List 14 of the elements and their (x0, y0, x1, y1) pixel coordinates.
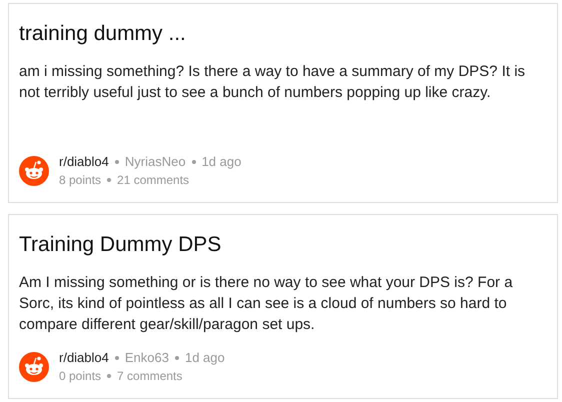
points-count: 0 points (59, 368, 102, 384)
author-name: NyriasNeo (124, 153, 186, 170)
points-count: 8 points (59, 172, 102, 188)
alien-avatar-icon (19, 352, 49, 382)
post-title[interactable]: training dummy ... (19, 20, 547, 48)
post-body: Am I missing something or is there no way to see what your DPS is? For a Sorc, its kind of pointless as all I can see is a cloud of numbers so hard to compare different gear/skill/paragon set ups. (19, 273, 514, 335)
alien-avatar-icon (19, 156, 49, 186)
author-name: Enko63 (124, 349, 169, 366)
post-title[interactable]: Training Dummy DPS (19, 231, 547, 259)
post-body: am i missing something? Is there a way to have a summary of my DPS? It is not terribly useful just to see a bunch of numbers popping up like crazy. (19, 62, 526, 103)
post-time: 1d ago (184, 349, 225, 366)
post-time: 1d ago (202, 153, 242, 170)
subreddit-link[interactable]: r/diablo4 (59, 153, 109, 170)
subreddit-link[interactable]: r/diablo4 (59, 349, 109, 366)
